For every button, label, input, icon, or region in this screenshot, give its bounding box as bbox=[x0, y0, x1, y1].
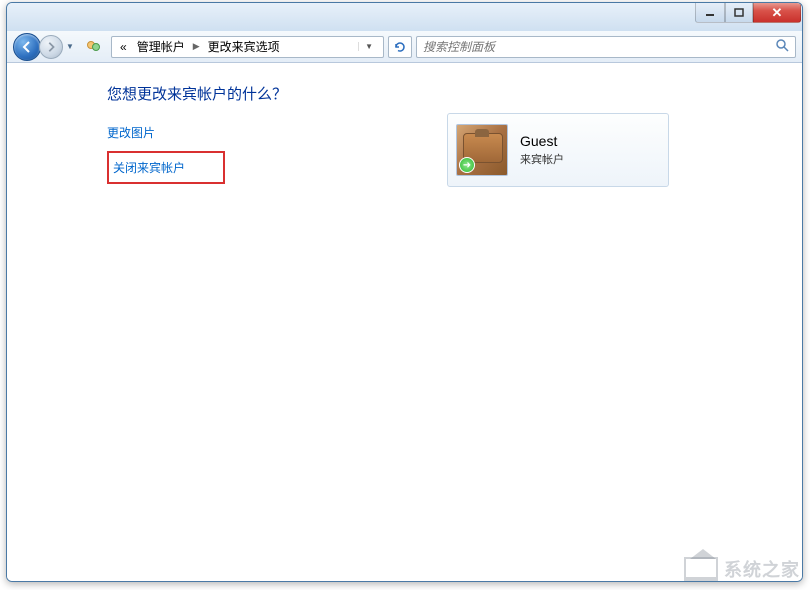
turn-off-guest-link[interactable]: 关闭来宾帐户 bbox=[113, 157, 185, 178]
breadcrumb-change-guest-options[interactable]: 更改来宾选项 bbox=[204, 38, 284, 55]
address-bar[interactable]: « 管理帐户 ▶ 更改来宾选项 ▼ bbox=[111, 36, 384, 58]
breadcrumb-separator-icon: ▶ bbox=[191, 41, 202, 52]
minimize-button[interactable] bbox=[695, 3, 725, 23]
page-title: 您想更改来宾帐户的什么？ bbox=[107, 83, 447, 104]
actions-column: 您想更改来宾帐户的什么？ 更改图片 关闭来宾帐户 bbox=[7, 83, 447, 581]
location-icon bbox=[85, 38, 103, 56]
explorer-window: ✕ ▼ « 管理帐户 ▶ 更改来宾选项 ▼ bbox=[6, 2, 803, 582]
refresh-button[interactable] bbox=[388, 36, 412, 58]
account-type: 来宾帐户 bbox=[520, 151, 564, 167]
address-dropdown[interactable]: ▼ bbox=[358, 42, 379, 51]
account-column: ➜ Guest 来宾帐户 bbox=[447, 83, 669, 581]
search-input[interactable] bbox=[423, 40, 775, 54]
window-controls: ✕ bbox=[695, 3, 801, 23]
guest-account-tile[interactable]: ➜ Guest 来宾帐户 bbox=[447, 113, 669, 187]
back-button[interactable] bbox=[13, 33, 41, 61]
window-titlebar: ✕ bbox=[7, 3, 802, 31]
navigation-toolbar: ▼ « 管理帐户 ▶ 更改来宾选项 ▼ bbox=[7, 31, 802, 63]
avatar-badge-icon: ➜ bbox=[459, 157, 475, 173]
search-icon[interactable] bbox=[775, 38, 789, 55]
forward-button[interactable] bbox=[39, 35, 63, 59]
nav-buttons: ▼ bbox=[13, 33, 77, 61]
breadcrumb-prefix[interactable]: « bbox=[116, 40, 131, 54]
account-info: Guest 来宾帐户 bbox=[520, 133, 564, 167]
nav-history-dropdown[interactable]: ▼ bbox=[63, 36, 77, 58]
maximize-button[interactable] bbox=[725, 3, 753, 23]
account-avatar-icon: ➜ bbox=[456, 124, 508, 176]
highlight-annotation: 关闭来宾帐户 bbox=[107, 151, 225, 184]
close-button[interactable]: ✕ bbox=[753, 3, 801, 23]
breadcrumb-manage-accounts[interactable]: 管理帐户 bbox=[133, 38, 189, 55]
change-picture-link[interactable]: 更改图片 bbox=[107, 122, 447, 143]
content-area: 您想更改来宾帐户的什么？ 更改图片 关闭来宾帐户 ➜ Guest 来宾帐户 bbox=[7, 63, 802, 581]
account-name: Guest bbox=[520, 133, 564, 149]
search-box[interactable] bbox=[416, 36, 796, 58]
